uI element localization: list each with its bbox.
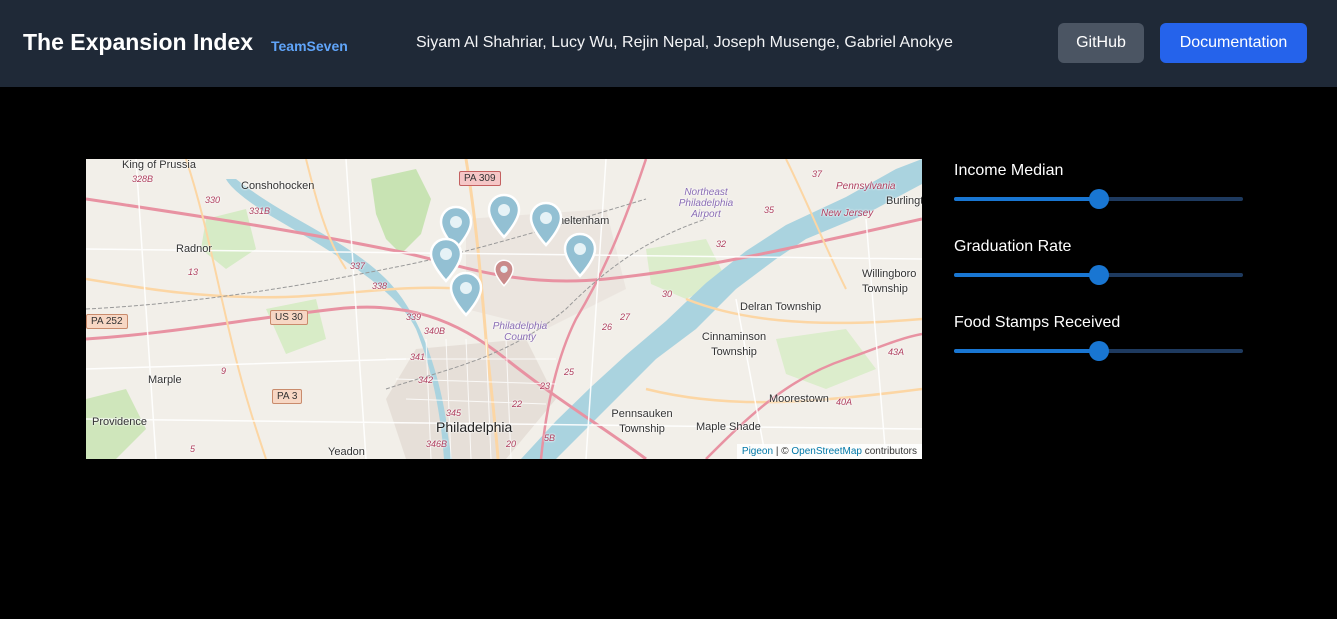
road-number: 340B [424,326,446,336]
income-median-slider[interactable] [954,189,1243,209]
attribution-suffix: contributors [861,446,917,457]
road-number: 338 [372,281,388,291]
place-label: Yeadon [328,446,365,458]
road-number: 345 [446,408,462,418]
place-label: Marple [148,374,182,386]
food-stamps-slider[interactable] [954,341,1243,361]
openstreetmap-link[interactable]: OpenStreetMap [791,446,862,457]
road-number: 40A [836,397,853,407]
location-marker[interactable] [486,193,522,239]
place-label: Philadelphia [436,419,513,435]
location-marker[interactable] [528,201,564,247]
road-number: 346B [426,439,448,449]
road-number: 337 [350,261,366,271]
road-number: 30 [662,289,673,299]
road-number: 32 [716,239,727,249]
road-number: 5 [190,444,196,454]
road-number: 13 [188,267,199,277]
place-label: Conshohocken [241,180,315,192]
road-shield: PA 309 [459,171,501,186]
slider-thumb[interactable] [1088,265,1109,285]
location-marker[interactable] [562,232,598,278]
road-shield: PA 252 [86,314,128,329]
place-label: Delran Township [740,301,822,313]
map-pin-icon [494,259,514,287]
pigeon-link[interactable]: Pigeon [742,446,773,457]
road-shield: US 30 [270,310,308,325]
place-label: Providence [92,416,148,428]
road-number: 20 [506,439,517,449]
road-number: 27 [620,312,631,322]
map-view[interactable]: King of Prussia Conshohocken Radnor Marp… [86,159,922,459]
place-label: Cinnaminson Township [701,331,767,358]
road-number: 342 [418,375,434,385]
place-label: Philadelphia County [492,321,548,343]
road-shield: PA 3 [272,389,303,404]
road-number: 22 [512,399,523,409]
github-button[interactable]: GitHub [1058,23,1144,63]
place-label: Willingboro Township [862,268,917,295]
income-median-control: Income Median [954,162,1244,209]
road-number: 26 [602,322,613,332]
road-number: 330 [205,195,221,205]
slider-fill [954,197,1099,201]
app-title: The Expansion Index [23,29,254,55]
slider-thumb[interactable] [1088,189,1109,209]
food-stamps-control: Food Stamps Received [954,314,1244,361]
map-pin-icon [487,193,521,239]
place-label: Northeast Philadelphia Airport [678,187,734,220]
slider-thumb[interactable] [1088,341,1109,361]
road-number: 35 [764,205,775,215]
place-label: Pennsauken Township [611,408,673,435]
location-marker[interactable] [448,271,484,317]
road-number: 341 [410,352,426,362]
road-number: 37 [812,169,823,179]
top-navbar: The Expansion Index TeamSeven Siyam Al S… [0,0,1337,87]
place-label: Moorestown [769,393,829,405]
income-median-label: Income Median [954,162,1064,179]
road-number: 331B [249,206,271,216]
documentation-button[interactable]: Documentation [1160,23,1307,63]
road-number: 5B [544,433,556,443]
team-name: TeamSeven [271,38,348,54]
road-number: 43A [888,347,905,357]
map-attribution: Pigeon | © OpenStreetMap contributors [736,444,922,459]
map-pin-icon [563,232,597,278]
map-pin-icon [449,271,483,317]
slider-fill [954,349,1099,353]
road-number: 9 [221,366,227,376]
place-label: Maple Shade [696,421,761,433]
place-label: King of Prussia [122,159,196,171]
place-label: Pennsylvania [836,181,896,192]
place-label: Burlington [886,195,922,207]
map-pin-icon [529,201,563,247]
graduation-rate-label: Graduation Rate [954,238,1072,255]
place-label: New Jersey [821,208,874,219]
road-number: 328B [132,174,154,184]
selected-location-marker[interactable] [493,259,515,287]
authors-list: Siyam Al Shahriar, Lucy Wu, Rejin Nepal,… [416,34,953,51]
slider-fill [954,273,1099,277]
road-number: 339 [406,312,422,322]
attribution-separator: | © [773,446,792,457]
food-stamps-label: Food Stamps Received [954,314,1121,331]
place-label: Radnor [176,243,213,255]
graduation-rate-slider[interactable] [954,265,1243,285]
road-number: 23 [540,381,551,391]
graduation-rate-control: Graduation Rate [954,238,1244,285]
road-number: 25 [564,367,575,377]
